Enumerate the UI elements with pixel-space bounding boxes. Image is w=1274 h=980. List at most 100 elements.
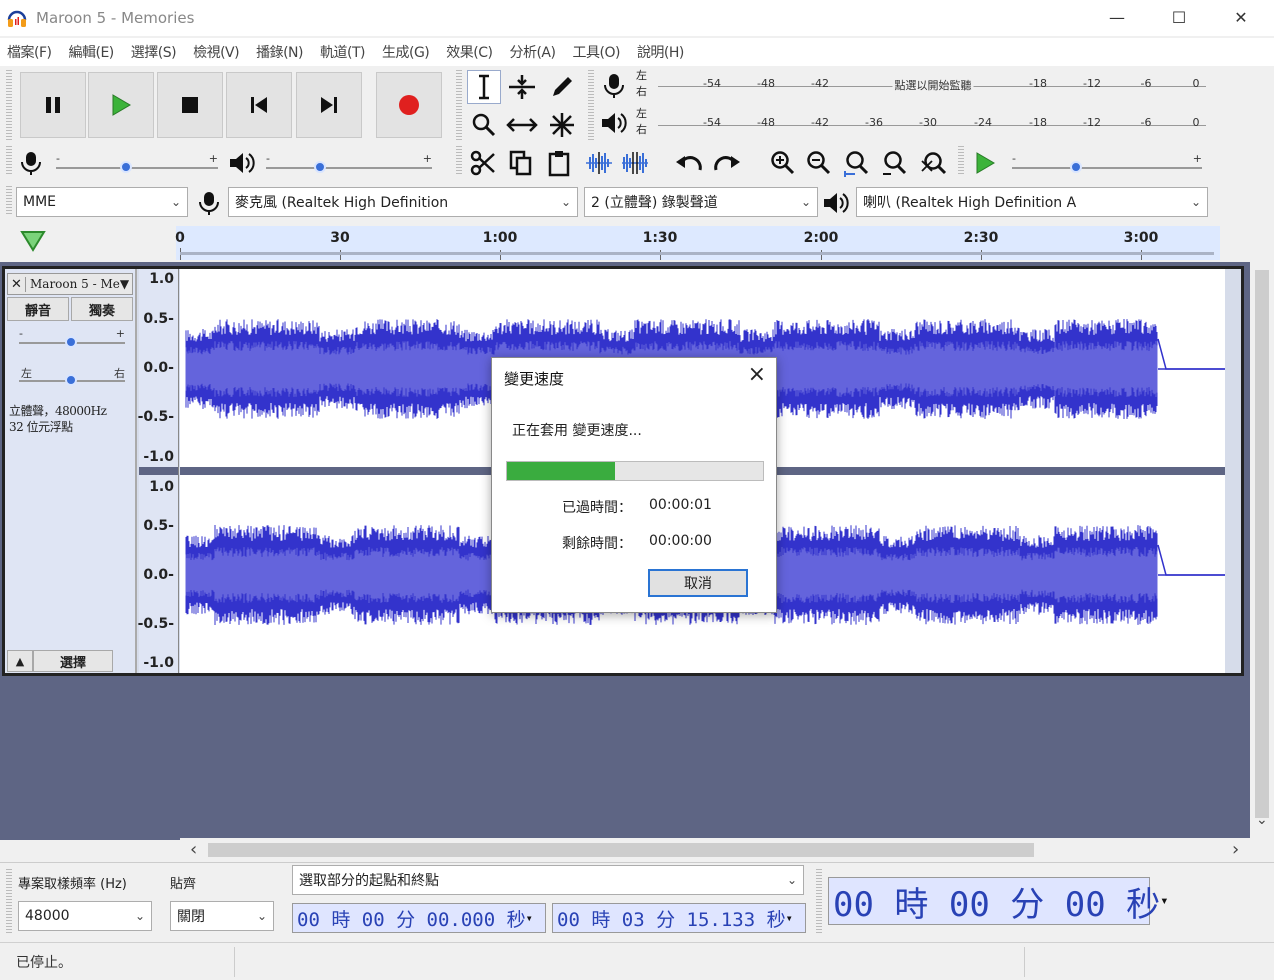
selection-grip[interactable]	[6, 869, 12, 935]
slider-knob[interactable]	[1070, 161, 1082, 173]
slider-knob[interactable]	[120, 161, 132, 173]
meter-grip[interactable]	[588, 70, 594, 140]
menu-edit[interactable]: 編輯(E)	[61, 42, 123, 62]
selection-tool-button[interactable]	[467, 70, 501, 104]
playback-speed-slider[interactable]: - +	[1012, 152, 1202, 178]
project-rate-select[interactable]: 48000 ⌄	[18, 901, 152, 931]
cut-button[interactable]	[466, 146, 500, 180]
solo-button[interactable]: 獨奏	[71, 297, 133, 321]
track-name-menu[interactable]: Maroon 5 - Me▼	[26, 277, 129, 291]
zoom-out-button[interactable]	[802, 146, 836, 180]
slider-knob[interactable]	[314, 161, 326, 173]
playback-device-select[interactable]: 喇叭 (Realtek High Definition A ⌄	[856, 187, 1208, 217]
menu-view[interactable]: 檢視(V)	[186, 42, 249, 62]
close-window-button[interactable]: ✕	[1210, 0, 1272, 34]
channel-separator	[139, 467, 178, 475]
maximize-button[interactable]: ☐	[1148, 0, 1210, 34]
recording-channels-select[interactable]: 2 (立體聲) 錄製聲道 ⌄	[584, 187, 818, 217]
skip-to-end-button[interactable]	[296, 72, 362, 138]
cancel-button[interactable]: 取消	[648, 569, 748, 597]
dialog-close-button[interactable]: ×	[748, 362, 766, 387]
multi-tool-button[interactable]	[545, 108, 579, 142]
pinned-play-head-icon[interactable]	[20, 230, 46, 252]
timeline-ruler[interactable]: 0 30 1:00 1:30 2:00 2:30 3:00	[0, 226, 1274, 262]
mixer-grip[interactable]	[6, 146, 12, 176]
menu-file[interactable]: 檔案(F)	[0, 42, 61, 62]
pan-slider[interactable]: 左 右	[19, 367, 125, 391]
vertical-scroll-thumb[interactable]	[1255, 270, 1269, 818]
horizontal-scroll-thumb[interactable]	[208, 843, 1034, 857]
time-toolbar-grip[interactable]	[816, 869, 822, 935]
zoom-toggle-button[interactable]	[916, 146, 950, 180]
menu-tools[interactable]: 工具(O)	[565, 42, 629, 62]
record-meter[interactable]: -54 -48 -42 點選以開始監聽 -18 -12 -6 0	[658, 74, 1206, 96]
zoom-in-button[interactable]	[766, 146, 800, 180]
mute-button[interactable]: 靜音	[7, 297, 69, 321]
horizontal-scrollbar[interactable]: ‹ ›	[180, 838, 1250, 862]
playback-volume-slider[interactable]: - +	[266, 152, 432, 178]
slider-track	[56, 167, 218, 169]
recording-device-select[interactable]: 麥克風 (Realtek High Definition ⌄	[228, 187, 578, 217]
pause-button[interactable]	[20, 72, 86, 138]
remaining-time-label: 剩餘時間：	[562, 536, 632, 552]
play-at-speed-icon	[976, 152, 995, 174]
zoom-tool-button[interactable]	[467, 108, 501, 142]
play-at-speed-button[interactable]	[968, 146, 1002, 180]
edit-grip[interactable]	[456, 146, 462, 176]
play-meter-tick: -6	[1140, 116, 1152, 129]
scroll-left-arrow[interactable]: ‹	[190, 839, 197, 860]
audio-host-select[interactable]: MME ⌄	[16, 187, 188, 217]
collapse-track-button[interactable]: ▲	[7, 650, 33, 672]
skip-to-start-button[interactable]	[226, 72, 292, 138]
timecode-format-arrow[interactable]: ▾	[786, 911, 793, 925]
play-button[interactable]	[88, 72, 154, 138]
undo-button[interactable]	[672, 146, 706, 180]
device-grip[interactable]	[6, 186, 12, 216]
timecode-format-arrow[interactable]: ▾	[1160, 893, 1168, 909]
snap-select[interactable]: 關閉 ⌄	[170, 901, 274, 931]
fit-selection-button[interactable]	[840, 146, 874, 180]
selection-end-time[interactable]: 00 時 03 分 15.133 秒 ▾	[552, 903, 806, 933]
click-to-monitor-label[interactable]: 點選以開始監聽	[892, 77, 974, 93]
time-shift-tool-button[interactable]	[505, 108, 539, 142]
slider-knob[interactable]	[65, 336, 77, 348]
menu-help[interactable]: 說明(H)	[630, 42, 694, 62]
play-meter[interactable]: -54 -48 -42 -36 -30 -24 -18 -12 -6 0	[658, 113, 1206, 135]
play-meter-tick: -48	[757, 116, 775, 129]
slider-knob[interactable]	[65, 374, 77, 386]
draw-tool-button[interactable]	[545, 70, 579, 104]
paste-button[interactable]	[542, 146, 576, 180]
menu-tracks[interactable]: 軌道(T)	[313, 42, 375, 62]
selection-mode-select[interactable]: 選取部分的起點和終點 ⌄	[292, 865, 804, 895]
transport-grip[interactable]	[6, 70, 12, 140]
gain-slider[interactable]: - +	[19, 327, 125, 353]
stop-button[interactable]	[157, 72, 223, 138]
copy-button[interactable]	[504, 146, 538, 180]
close-track-button[interactable]: ✕	[8, 276, 26, 292]
scale-label: 0.0-	[143, 360, 174, 376]
record-button[interactable]	[376, 72, 442, 138]
menu-generate[interactable]: 生成(G)	[375, 42, 439, 62]
envelope-tool-button[interactable]	[505, 70, 539, 104]
silence-audio-button[interactable]	[618, 146, 652, 180]
menu-analyze[interactable]: 分析(A)	[502, 42, 565, 62]
record-volume-slider[interactable]: - +	[56, 152, 218, 178]
dialog-message: 正在套用 變更速度...	[512, 423, 642, 439]
fit-project-button[interactable]	[878, 146, 912, 180]
select-track-button[interactable]: 選擇	[33, 650, 113, 672]
trim-audio-button[interactable]	[582, 146, 616, 180]
menu-effect[interactable]: 效果(C)	[439, 42, 502, 62]
play-at-speed-grip[interactable]	[958, 146, 964, 176]
minimize-button[interactable]: —	[1086, 0, 1148, 34]
tools-grip[interactable]	[456, 70, 462, 140]
menu-select[interactable]: 選擇(S)	[124, 42, 186, 62]
timeline-strip[interactable]: 0 30 1:00 1:30 2:00 2:30 3:00	[175, 226, 1220, 260]
menu-transport[interactable]: 播錄(N)	[249, 42, 313, 62]
redo-button[interactable]	[710, 146, 744, 180]
vertical-scrollbar[interactable]: ⌄	[1250, 262, 1274, 838]
audio-position-display[interactable]: 00 時 00 分 00 秒 ▾	[828, 877, 1169, 925]
scroll-right-arrow[interactable]: ›	[1232, 839, 1239, 860]
timecode-format-arrow[interactable]: ▾	[526, 911, 533, 925]
selection-start-time[interactable]: 00 時 00 分 00.000 秒 ▾	[292, 903, 546, 933]
scroll-down-arrow[interactable]: ⌄	[1256, 812, 1268, 828]
